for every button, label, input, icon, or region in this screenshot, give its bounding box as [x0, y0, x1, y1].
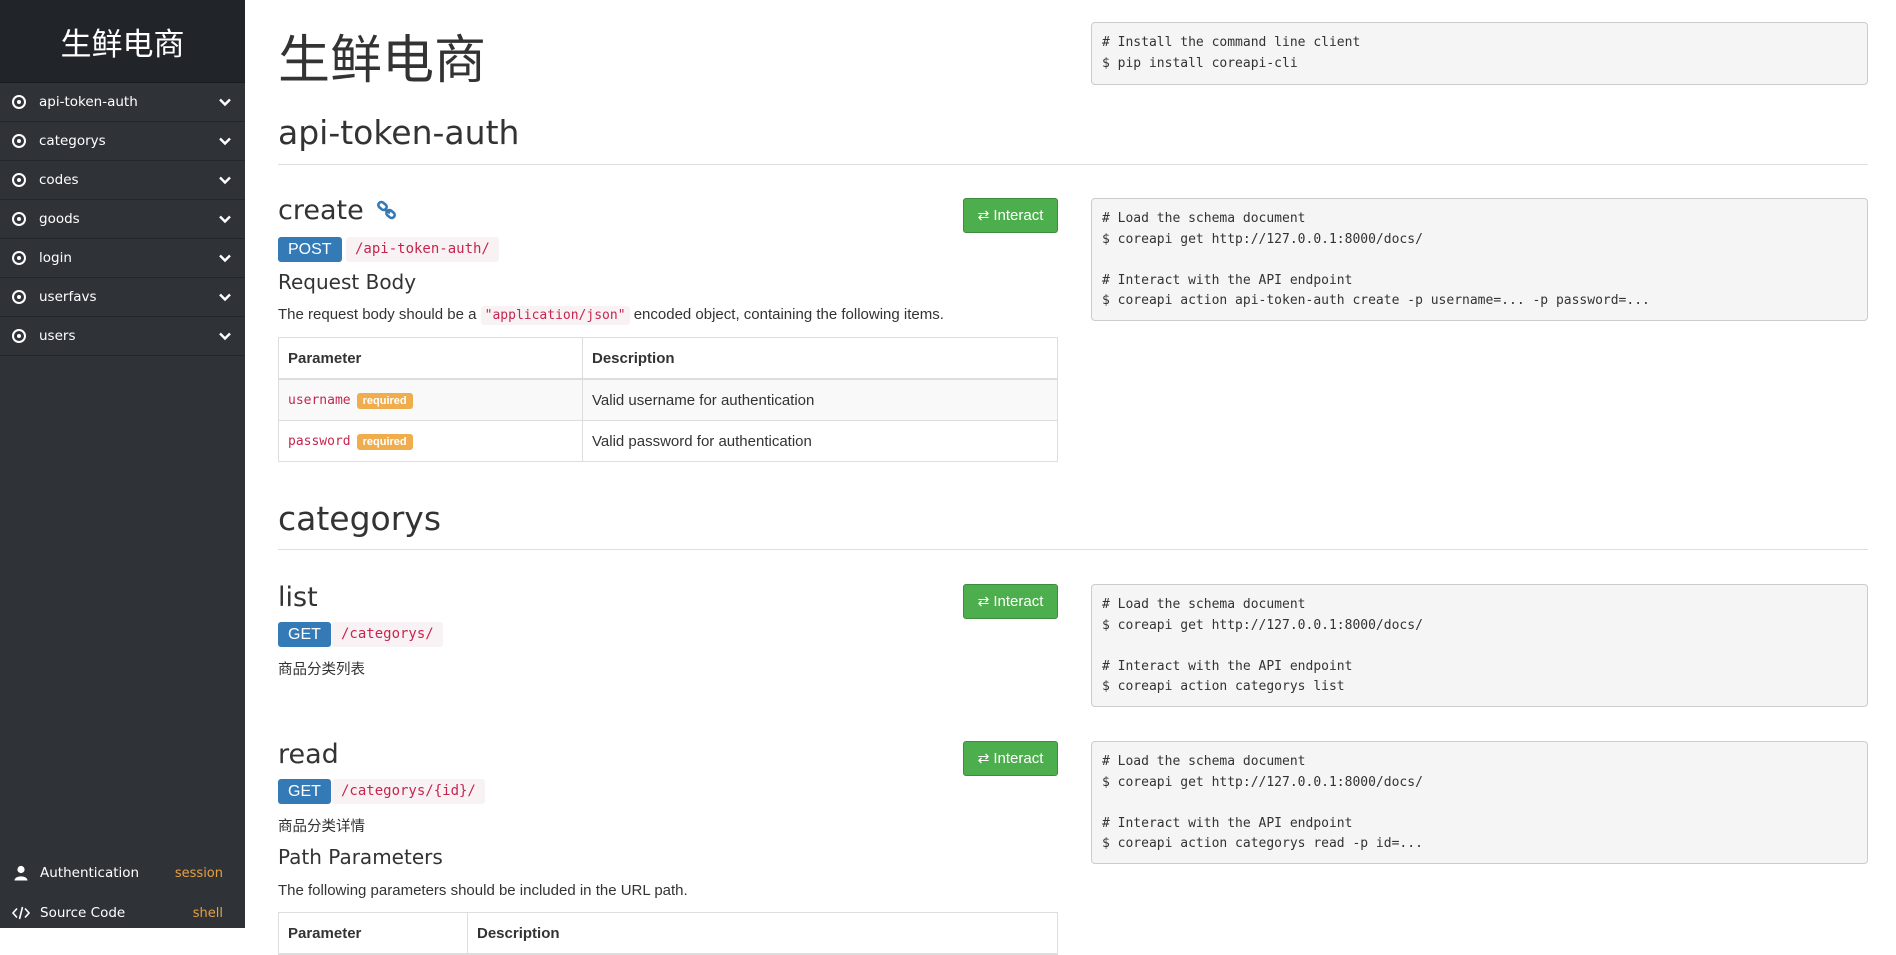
param-description: Valid username for authentication [582, 378, 1058, 421]
target-circle-icon [12, 251, 26, 265]
required-badge: required [356, 392, 413, 409]
table-row: password required Valid password for auth… [278, 420, 1058, 462]
exchange-arrows-icon: ⇄ [977, 207, 990, 223]
authentication-label: Authentication [40, 865, 140, 881]
chevron-down-icon [219, 293, 231, 302]
request-body-suffix: encoded object, containing the following… [629, 306, 944, 323]
code-block-list: # Load the schema document $ coreapi get… [1091, 584, 1868, 707]
sidebar-item-label: categorys [39, 133, 106, 149]
section-heading-api-token-auth: api-token-auth [278, 113, 520, 152]
endpoint-path: /categorys/{id}/ [332, 779, 485, 804]
source-code-menu[interactable]: Source Code shell [0, 894, 245, 932]
code-block-create: # Load the schema document $ coreapi get… [1091, 198, 1868, 321]
column-header-parameter: Parameter [278, 337, 583, 380]
chevron-down-icon [219, 98, 231, 107]
endpoint-name: create [278, 195, 364, 226]
endpoint-title-read: read [278, 739, 339, 770]
required-badge: required [356, 433, 413, 450]
endpoint-title-create: create [278, 195, 398, 226]
request-body-prefix: The request body should be a [278, 306, 481, 323]
param-name: username [288, 393, 351, 409]
install-code-block: # Install the command line client $ pip … [1091, 22, 1868, 85]
path-parameters-table: Parameter Description [278, 912, 1058, 955]
divider [278, 549, 1868, 550]
target-circle-icon [12, 290, 26, 304]
sidebar-item-userfavs[interactable]: userfavs [0, 278, 245, 317]
chevron-down-icon [219, 215, 231, 224]
path-parameters-heading: Path Parameters [278, 845, 443, 869]
sidebar-item-label: userfavs [39, 289, 97, 305]
endpoint-description: 商品分类列表 [278, 662, 365, 678]
user-icon [14, 865, 28, 881]
interact-label: Interact [993, 207, 1044, 224]
interact-button-list[interactable]: ⇄ Interact [963, 584, 1058, 619]
column-header-parameter: Parameter [278, 912, 468, 955]
sidebar-item-goods[interactable]: goods [0, 200, 245, 239]
content-type-code: "application/json" [480, 306, 630, 325]
code-icon [12, 906, 30, 920]
target-circle-icon [12, 212, 26, 226]
method-badge: POST [278, 237, 342, 262]
source-code-label: Source Code [40, 905, 126, 921]
param-cell: password required [278, 420, 583, 462]
code-block-read: # Load the schema document $ coreapi get… [1091, 741, 1868, 864]
target-circle-icon [12, 173, 26, 187]
chevron-down-icon [219, 254, 231, 263]
authentication-menu[interactable]: Authentication session [0, 854, 245, 892]
column-header-description: Description [582, 337, 1058, 380]
path-parameters-text: The following parameters should be inclu… [278, 882, 688, 899]
page-title: 生鲜电商 [278, 31, 487, 91]
param-description: Valid password for authentication [582, 420, 1058, 462]
table-row: username required Valid username for auth… [278, 378, 1058, 421]
target-circle-icon [12, 329, 26, 343]
brand-title[interactable]: 生鲜电商 [0, 0, 245, 83]
sidebar-item-api-token-auth[interactable]: api-token-auth [0, 83, 245, 122]
chevron-down-icon [219, 332, 231, 341]
endpoint-path: /api-token-auth/ [346, 237, 499, 262]
sidebar-item-login[interactable]: login [0, 239, 245, 278]
sidebar-item-codes[interactable]: codes [0, 161, 245, 200]
endpoint-title-list: list [278, 582, 318, 613]
request-body-heading: Request Body [278, 270, 417, 294]
interact-button-create[interactable]: ⇄ Interact [963, 198, 1058, 233]
sidebar-item-label: users [39, 328, 76, 344]
sidebar-item-label: goods [39, 211, 80, 227]
column-header-description: Description [467, 912, 1058, 955]
target-circle-icon [12, 134, 26, 148]
source-code-value: shell [192, 905, 223, 921]
method-badge: GET [278, 779, 331, 804]
divider [278, 164, 1868, 165]
endpoint-path: /categorys/ [332, 622, 443, 647]
request-body-table: Parameter Description username required V… [278, 337, 1058, 462]
link-icon[interactable] [376, 199, 398, 221]
param-name: password [288, 434, 351, 450]
sidebar-item-categorys[interactable]: categorys [0, 122, 245, 161]
request-body-text: The request body should be a "applicatio… [278, 306, 944, 325]
sidebar-item-users[interactable]: users [0, 317, 245, 356]
sidebar-item-label: login [39, 250, 72, 266]
exchange-arrows-icon: ⇄ [977, 593, 990, 609]
chevron-down-icon [219, 137, 231, 146]
sidebar: 生鲜电商 api-token-auth categorys codes good… [0, 0, 245, 928]
endpoint-description: 商品分类详情 [278, 819, 365, 835]
chevron-down-icon [219, 176, 231, 185]
sidebar-item-label: api-token-auth [39, 94, 138, 110]
interact-label: Interact [993, 750, 1044, 767]
exchange-arrows-icon: ⇄ [977, 750, 990, 766]
interact-button-read[interactable]: ⇄ Interact [963, 741, 1058, 776]
authentication-value: session [174, 865, 223, 881]
sidebar-item-label: codes [39, 172, 79, 188]
method-badge: GET [278, 622, 331, 647]
interact-label: Interact [993, 593, 1044, 610]
target-circle-icon [12, 95, 26, 109]
main-content: 生鲜电商 # Install the command line client $… [278, 0, 1868, 955]
param-cell: username required [278, 378, 583, 421]
section-heading-categorys: categorys [278, 499, 442, 538]
